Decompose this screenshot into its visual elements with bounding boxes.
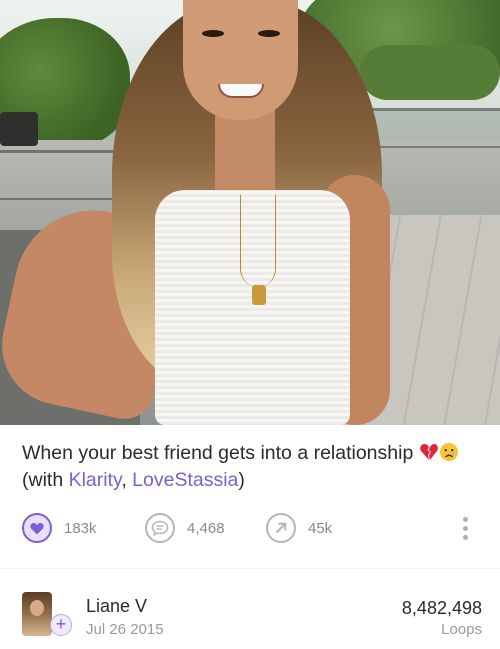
mention-klarity[interactable]: Klarity — [69, 469, 122, 491]
revine-button[interactable]: 45k — [266, 510, 332, 546]
author-name[interactable]: Liane V — [86, 596, 147, 617]
heart-icon[interactable] — [22, 513, 52, 543]
video-person-pendant — [252, 285, 266, 305]
post-date: Jul 26 2015 — [86, 621, 164, 638]
video-railing-left — [0, 150, 120, 200]
comment-count: 4,468 — [187, 519, 225, 537]
mention-separator: , — [121, 469, 133, 491]
comment-icon[interactable] — [145, 513, 175, 543]
video-player[interactable] — [0, 0, 500, 425]
revine-count: 45k — [308, 519, 333, 537]
more-dot — [462, 525, 468, 531]
like-button[interactable]: 183k — [22, 510, 97, 546]
video-hedge — [360, 45, 500, 100]
crying-face-icon — [439, 442, 459, 462]
mention-lovestassia[interactable]: LoveStassia — [132, 469, 238, 491]
video-person-eye-right — [258, 30, 280, 37]
video-person-smile — [218, 84, 264, 98]
caption-text: When your best friend gets into a relati… — [22, 442, 419, 464]
caption-with-prefix: (with — [22, 469, 69, 491]
divider — [0, 568, 500, 569]
revine-arrow-icon[interactable] — [266, 513, 296, 543]
action-bar: 183k 4,468 45k — [0, 510, 500, 546]
more-options-icon[interactable] — [455, 510, 475, 546]
video-lamp — [0, 112, 38, 146]
avatar-face — [30, 600, 44, 616]
caption-with-suffix: ) — [238, 469, 245, 491]
loops-count: 8,482,498 — [401, 598, 482, 618]
like-count: 183k — [64, 519, 97, 537]
follow-button[interactable]: + — [50, 614, 72, 636]
post-caption: When your best friend gets into a relati… — [22, 440, 482, 494]
avatar[interactable] — [22, 592, 52, 636]
video-person-eye-left — [202, 30, 224, 37]
more-dot — [462, 534, 468, 540]
video-person-face — [183, 0, 298, 120]
comment-button[interactable]: 4,468 — [145, 510, 225, 546]
more-dot — [462, 516, 468, 522]
loops-label: Loops — [441, 621, 482, 638]
video-person-chain — [240, 195, 276, 287]
broken-heart-icon — [419, 442, 439, 462]
